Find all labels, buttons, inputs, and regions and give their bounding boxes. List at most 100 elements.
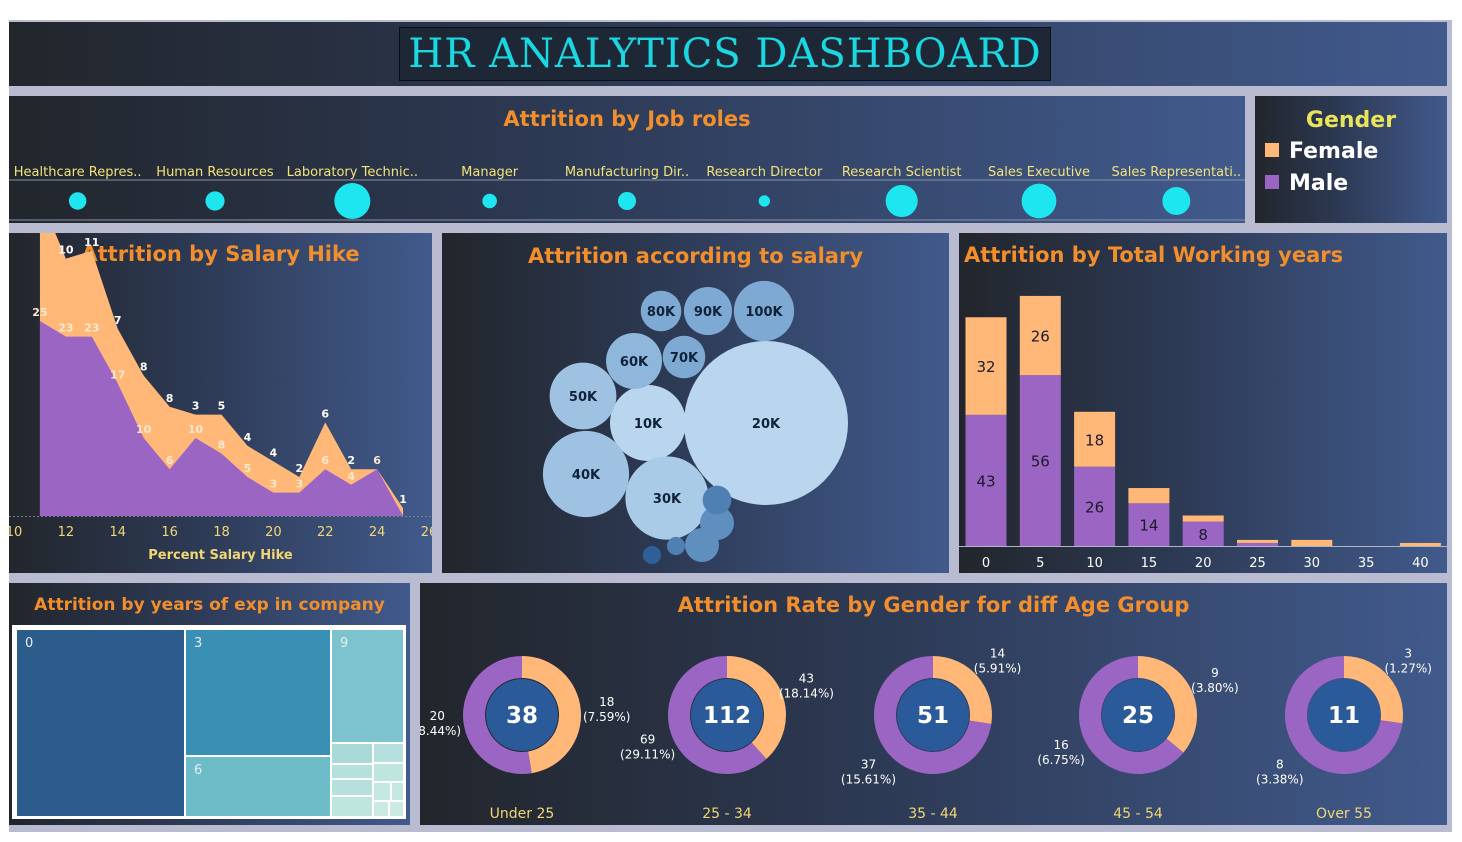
- treemap-cell-3[interactable]: 3: [185, 629, 331, 756]
- treemap-cell-9[interactable]: 9: [331, 629, 404, 743]
- female-data-label: 6: [321, 407, 329, 420]
- legend-item-female[interactable]: Female: [1265, 139, 1378, 164]
- male-count-label: 37: [861, 757, 876, 771]
- female-pct-label: (3.80%): [1191, 681, 1238, 695]
- male-data-label: 10: [188, 423, 204, 436]
- role-dot[interactable]: [758, 195, 771, 207]
- female-data-label: 3: [192, 400, 200, 413]
- salary-bubble[interactable]: [666, 536, 686, 556]
- hike-x-tick: 10: [9, 525, 22, 540]
- female-bar: [1128, 488, 1170, 504]
- female-bar: [1291, 539, 1333, 546]
- treemap-cell-small[interactable]: [391, 782, 404, 801]
- years-x-tick: 25: [1249, 556, 1266, 571]
- donut-total: 51: [917, 703, 949, 729]
- treemap-cell-small[interactable]: [373, 801, 389, 817]
- female-data-label: 8: [140, 361, 148, 374]
- male-data-label: 6: [321, 454, 329, 467]
- age-donut[interactable]: 11 3(1.27%) 8(3.38%): [1256, 646, 1432, 786]
- gender-legend-panel: Gender Female Male: [1255, 96, 1447, 223]
- age-donut[interactable]: 51 14(5.91%) 37(15.61%): [841, 647, 1021, 787]
- gender-age-chart: 3818(7.59%)20(8.44%) Under 25 11243(18.14%…: [420, 646, 1432, 822]
- treemap-cell-small[interactable]: [373, 743, 404, 763]
- role-label: Sales Executive: [988, 165, 1090, 180]
- female-pct-label: (5.91%): [974, 662, 1021, 676]
- treemap-cell-small[interactable]: [331, 764, 373, 779]
- role-dot[interactable]: [334, 183, 371, 219]
- donut-total: 38: [506, 703, 538, 729]
- treemap-label-9: 9: [340, 636, 349, 651]
- female-bar: [1182, 515, 1224, 522]
- treemap-label-6: 6: [194, 763, 203, 778]
- salary-bubble-label: 30K: [653, 492, 682, 507]
- salary-bubble-panel: Attrition according to salary 20K 10K 30K 4…: [442, 233, 949, 573]
- hike-x-tick: 16: [161, 525, 178, 540]
- role-dot[interactable]: [68, 192, 87, 210]
- male-pct-label: (15.61%): [841, 772, 896, 786]
- treemap: 0 3 6 9: [12, 625, 406, 819]
- female-count-label: 9: [1211, 666, 1219, 680]
- legend-title: Gender: [1305, 108, 1397, 133]
- treemap-label-3: 3: [194, 636, 203, 651]
- salary-bubble-label: 80K: [647, 305, 676, 320]
- treemap-cell-small[interactable]: [373, 763, 404, 782]
- role-label: Sales Representati..: [1112, 165, 1242, 180]
- male-data-label: 17: [110, 368, 125, 381]
- legend-item-male[interactable]: Male: [1265, 171, 1348, 196]
- salary-hike-xlabel: Percent Salary Hike: [148, 548, 293, 563]
- female-bar: [1399, 542, 1441, 546]
- age-group-label: 25 - 34: [702, 806, 752, 822]
- male-data-label: 5: [244, 462, 252, 475]
- female-pct-label: (7.59%): [583, 710, 630, 724]
- hike-x-tick: 26: [421, 525, 432, 540]
- role-dot[interactable]: [205, 191, 225, 211]
- treemap-cell-6[interactable]: 6: [185, 756, 331, 817]
- role-label: Laboratory Technic..: [287, 165, 418, 180]
- male-data-label: 6: [166, 454, 174, 467]
- role-dot[interactable]: [617, 191, 637, 211]
- male-data-label: 25: [32, 306, 47, 319]
- years-x-tick: 0: [982, 556, 990, 571]
- age-group-label: 35 - 44: [908, 806, 958, 822]
- legend-male-label: Male: [1289, 171, 1349, 196]
- years-company-panel: Attrition by years of exp in company 0 3…: [9, 583, 410, 825]
- donut-total: 112: [703, 703, 751, 729]
- male-count-label: 8: [1276, 758, 1284, 772]
- treemap-cell-small[interactable]: [389, 801, 404, 817]
- donut-total: 11: [1328, 703, 1360, 729]
- treemap-cell-0[interactable]: 0: [16, 629, 185, 817]
- age-donut[interactable]: 112 43(18.14%) 69(29.11%): [620, 656, 834, 774]
- female-count-label: 14: [990, 647, 1005, 661]
- role-dot[interactable]: [1021, 183, 1057, 219]
- treemap-cell-small[interactable]: [331, 796, 373, 817]
- salary-bubble[interactable]: [642, 545, 662, 565]
- female-data-label: 1: [399, 493, 407, 506]
- age-donut[interactable]: 25 9(3.80%) 16(6.75%): [1037, 656, 1239, 774]
- job-roles-chart: Healthcare Repres.. Human Resources Labora…: [9, 165, 1245, 221]
- years-x-tick: 20: [1195, 556, 1212, 571]
- age-donut[interactable]: 38 18(7.59%) 20(8.44%): [420, 656, 630, 774]
- male-pct-label: (3.38%): [1256, 773, 1303, 787]
- salary-bubble[interactable]: [702, 485, 732, 515]
- treemap-cell-small[interactable]: [373, 782, 391, 801]
- role-label: Manufacturing Dir..: [565, 165, 689, 180]
- role-label: Healthcare Repres..: [14, 165, 142, 180]
- role-dot[interactable]: [1162, 187, 1191, 215]
- male-bar-label: 43: [976, 472, 995, 490]
- female-data-label: 5: [218, 400, 226, 413]
- male-pct-label: (29.11%): [620, 747, 675, 761]
- age-group-label: Under 25: [490, 806, 555, 822]
- female-bar: [1237, 539, 1278, 543]
- treemap-cell-small[interactable]: [331, 779, 373, 796]
- male-bar: [1237, 542, 1278, 546]
- male-swatch: [1265, 175, 1279, 189]
- role-dot[interactable]: [482, 193, 497, 209]
- male-data-label: 4: [347, 470, 355, 483]
- role-label: Research Director: [706, 165, 823, 180]
- male-bar-label: 14: [1139, 517, 1158, 535]
- years-x-tick: 40: [1412, 556, 1429, 571]
- treemap-cell-small[interactable]: [331, 743, 373, 764]
- role-dot[interactable]: [885, 184, 918, 218]
- female-data-label: 4: [244, 431, 252, 444]
- salary-bubble-label: 50K: [569, 390, 598, 405]
